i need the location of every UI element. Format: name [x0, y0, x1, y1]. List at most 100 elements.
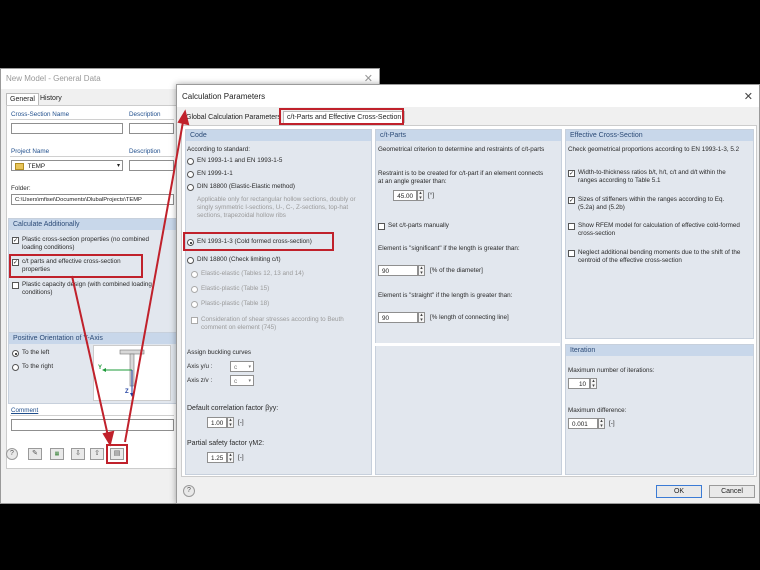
close-icon[interactable]: ✕	[744, 90, 753, 103]
ct-parts-description: Geometrical criterion to determine and r…	[378, 146, 545, 153]
effective-cross-section-header: Effective Cross-Section	[566, 130, 753, 141]
tab-general[interactable]: General	[6, 93, 39, 105]
max-iterations-input[interactable]: 10	[568, 378, 590, 389]
project-name-label: Project Name	[11, 148, 50, 155]
axis-zv-label: Axis z/v :	[187, 377, 213, 384]
significant-unit: [% of the diameter]	[430, 267, 483, 274]
angle-spinner[interactable]: ▴ ▾	[417, 190, 424, 201]
plastic-label: Plastic cross-section properties (no com…	[22, 236, 150, 251]
width-thickness-checkbox[interactable]: ✓	[568, 170, 575, 177]
max-difference-value: 0.001	[572, 421, 588, 428]
axis-yu-value: c	[234, 364, 238, 371]
en1999-radio[interactable]	[187, 171, 194, 178]
according-label: According to standard:	[187, 146, 251, 153]
project-description-label: Description	[129, 148, 161, 155]
cross-section-name-input[interactable]	[11, 123, 123, 134]
ok-button[interactable]: OK	[656, 485, 702, 498]
general-data-title: New Model - General Data	[6, 74, 101, 83]
chevron-down-icon: ▾	[248, 364, 251, 370]
edit-icon[interactable]: ✎	[28, 448, 42, 460]
plastic-capacity-checkbox[interactable]	[12, 282, 19, 289]
max-iterations-label: Maximum number of iterations:	[568, 367, 655, 374]
tab-global-calculation-parameters[interactable]: Global Calculation Parameters	[183, 112, 284, 123]
project-select[interactable]: TEMP ▾	[11, 160, 123, 171]
angle-unit: [°]	[428, 192, 435, 199]
divider	[10, 415, 174, 416]
iteration-header: Iteration	[566, 345, 753, 356]
en1993-1-1-radio[interactable]	[187, 158, 194, 165]
significant-input[interactable]: 90	[378, 265, 418, 276]
elastic-elastic-label: Elastic-elastic (Tables 12, 13 and 14)	[201, 270, 304, 277]
tab-highlight	[279, 108, 404, 125]
help-icon[interactable]: ?	[6, 448, 18, 460]
correlation-factor-label: Default correlation factor βyy:	[187, 405, 279, 412]
din18800-ct-label: DIN 18800 (Check limiting c/t)	[197, 256, 281, 263]
project-description-input[interactable]	[129, 160, 174, 171]
description-input[interactable]	[129, 123, 174, 134]
din18800-elastic-radio[interactable]	[187, 184, 194, 191]
axis-zv-select[interactable]: c ▾	[230, 375, 254, 386]
elastic-elastic-radio[interactable]	[191, 271, 198, 278]
max-difference-label: Maximum difference:	[568, 407, 627, 414]
neglect-moments-label: Neglect additional bending moments due t…	[578, 249, 741, 264]
orientation-preview: Y Z	[93, 345, 171, 401]
max-iterations-spinner[interactable]: ▴ ▾	[590, 378, 597, 389]
to-left-label: To the left	[22, 349, 50, 356]
straight-spinner[interactable]: ▴ ▾	[418, 312, 425, 323]
to-left-radio[interactable]	[12, 350, 19, 357]
neglect-moments-checkbox[interactable]	[568, 250, 575, 257]
partial-safety-input[interactable]: 1.25	[207, 452, 227, 463]
orientation-header: Positive Orientation of Y-Axis	[9, 333, 177, 344]
en1993-1-1-label: EN 1993-1-1 and EN 1993-1-5	[197, 157, 283, 164]
restraint-label: Restraint is to be created for c/t-part …	[378, 170, 544, 185]
max-difference-unit: [-]	[609, 420, 615, 427]
export-icon[interactable]: ⇧	[90, 448, 104, 460]
significant-value: 90	[382, 268, 390, 275]
correlation-unit: [-]	[238, 419, 244, 426]
max-iterations-value: 10	[578, 381, 586, 388]
elastic-plastic-radio[interactable]	[191, 286, 198, 293]
to-right-radio[interactable]	[12, 364, 19, 371]
comment-input[interactable]	[11, 419, 174, 431]
help-icon[interactable]: ?	[183, 485, 195, 497]
straight-input[interactable]: 90	[378, 312, 418, 323]
shear-checkbox[interactable]	[191, 317, 198, 324]
i-beam-axes-icon	[102, 349, 145, 397]
significant-spinner[interactable]: ▴ ▾	[418, 265, 425, 276]
correlation-spinner[interactable]: ▴ ▾	[227, 417, 234, 428]
calculation-parameters-dialog: Calculation Parameters ✕ Global Calculat…	[176, 84, 760, 504]
import-icon[interactable]: ⇩	[71, 448, 85, 460]
straight-value: 90	[382, 315, 390, 322]
effective-description: Check geometrical proportions according …	[568, 146, 740, 153]
to-right-label: To the right	[22, 363, 54, 370]
tab-history[interactable]: History	[37, 93, 65, 104]
partial-safety-label: Partial safety factor γM2:	[187, 440, 265, 447]
rfem-model-checkbox[interactable]	[568, 223, 575, 230]
plastic-capacity-label: Plastic capacity design (with combined l…	[22, 281, 152, 296]
max-difference-spinner[interactable]: ▴ ▾	[598, 418, 605, 429]
units-icon[interactable]: ▦	[50, 448, 64, 460]
partial-safety-value: 1.25	[211, 455, 224, 462]
folder-value: C:\Users\mfisei\Documents\DlubalProjects…	[15, 197, 142, 203]
dialog-title: Calculation Parameters	[182, 92, 266, 101]
angle-input[interactable]: 45.00	[393, 190, 417, 201]
cancel-button[interactable]: Cancel	[709, 485, 755, 498]
cross-section-name-label: Cross-Section Name	[11, 111, 70, 118]
din18800-ct-radio[interactable]	[187, 257, 194, 264]
max-difference-input[interactable]: 0.001	[568, 418, 598, 429]
plastic-checkbox[interactable]: ✓	[12, 237, 19, 244]
manual-ct-checkbox[interactable]	[378, 223, 385, 230]
dialog-titlebar: Calculation Parameters ✕	[177, 85, 759, 107]
stiffeners-checkbox[interactable]: ✓	[568, 197, 575, 204]
partial-safety-spinner[interactable]: ▴ ▾	[227, 452, 234, 463]
correlation-factor-input[interactable]: 1.00	[207, 417, 227, 428]
axis-yu-select[interactable]: c ▾	[230, 361, 254, 372]
chevron-down-icon: ▾	[116, 163, 120, 169]
comment-label: Comment	[11, 407, 39, 414]
folder-icon	[15, 162, 24, 170]
code-header: Code	[186, 130, 371, 141]
folder-input[interactable]: C:\Users\mfisei\Documents\DlubalProjects…	[11, 194, 174, 205]
significant-label: Element is "significant" if the length i…	[378, 245, 520, 252]
applicability-note: Applicable only for rectangular hollow s…	[197, 196, 356, 219]
plastic-plastic-radio[interactable]	[191, 301, 198, 308]
